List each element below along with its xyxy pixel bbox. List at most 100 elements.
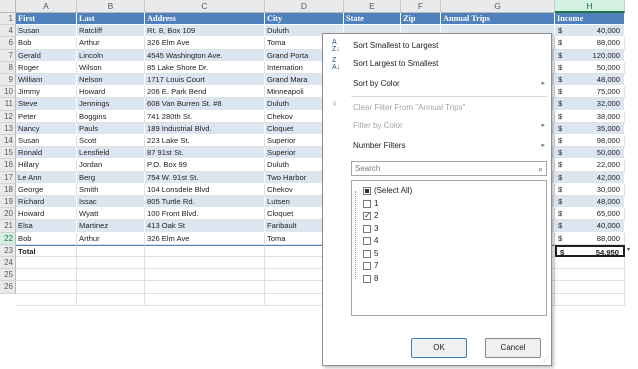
last-cell[interactable]: Scott [77, 135, 145, 148]
last-cell[interactable]: Lincoln [77, 49, 145, 62]
row-header[interactable]: 25 [0, 269, 16, 282]
number-filters-item[interactable]: Number Filters ▸ [323, 138, 551, 154]
total-cell[interactable] [145, 244, 265, 257]
filter-value-checkbox[interactable] [363, 199, 371, 208]
address-cell[interactable]: 100 Front Blvd. [145, 208, 265, 221]
empty-cell[interactable] [77, 293, 145, 306]
row-header[interactable]: 9 [0, 74, 16, 87]
row-header[interactable]: 12 [0, 110, 16, 123]
income-cell[interactable]: $88,000 [555, 37, 625, 50]
row-header[interactable]: 23 [0, 244, 16, 257]
empty-cell[interactable] [145, 293, 265, 306]
last-cell[interactable]: Jennings [77, 98, 145, 111]
row-header[interactable]: 8 [0, 61, 16, 74]
empty-cell[interactable] [555, 269, 625, 282]
address-cell[interactable]: 104 Lonsdele Blvd [145, 183, 265, 196]
address-cell[interactable]: 4545 Washington Ave. [145, 49, 265, 62]
last-cell[interactable]: Issac [77, 196, 145, 209]
last-cell[interactable]: Wilson [77, 61, 145, 74]
income-cell[interactable]: $38,000 [555, 110, 625, 123]
income-cell[interactable]: $48,000 [555, 74, 625, 87]
table-header-state[interactable]: State [344, 13, 401, 26]
empty-cell[interactable] [145, 281, 265, 294]
row-header[interactable]: 26 [0, 281, 16, 294]
address-cell[interactable]: 413 Oak St [145, 220, 265, 233]
first-cell[interactable]: Bob [16, 37, 77, 50]
row-header[interactable]: 14 [0, 135, 16, 148]
address-cell[interactable]: P.O. Box 99 [145, 159, 265, 172]
first-cell[interactable]: Richard [16, 196, 77, 209]
first-cell[interactable]: Susan [16, 135, 77, 148]
empty-cell[interactable] [77, 281, 145, 294]
empty-cell[interactable] [16, 257, 77, 270]
income-cell[interactable]: $88,000 [555, 232, 625, 245]
last-cell[interactable]: Lensfield [77, 147, 145, 160]
last-cell[interactable]: Arthur [77, 232, 145, 245]
first-cell[interactable]: Hillary [16, 159, 77, 172]
total-income-cell[interactable]: $54,950 [555, 244, 625, 257]
address-cell[interactable]: 741 280th St. [145, 110, 265, 123]
empty-cell[interactable] [16, 269, 77, 282]
total-row-dropdown-icon[interactable]: ▾ [627, 246, 630, 253]
first-cell[interactable]: Susan [16, 25, 77, 38]
last-cell[interactable]: Pauls [77, 122, 145, 135]
filter-by-color-item[interactable]: Filter by Color ▸ [323, 118, 551, 134]
address-cell[interactable]: 189 Industrial Blvd. [145, 122, 265, 135]
income-cell[interactable]: $50,000 [555, 61, 625, 74]
last-cell[interactable]: Martinez [77, 220, 145, 233]
table-header-zip[interactable]: Zip [401, 13, 441, 26]
filter-value-checkbox[interactable] [363, 224, 371, 233]
table-header-first[interactable]: First [16, 13, 77, 26]
first-cell[interactable]: Le Ann [16, 171, 77, 184]
empty-cell[interactable] [145, 257, 265, 270]
clear-filter-item[interactable]: ⊽ Clear Filter From "Annual Trips" [323, 100, 551, 116]
income-cell[interactable]: $98,000 [555, 135, 625, 148]
row-header[interactable]: 4 [0, 25, 16, 38]
column-header-h[interactable]: H [555, 0, 625, 13]
first-cell[interactable]: Bob [16, 232, 77, 245]
income-cell[interactable]: $40,000 [555, 220, 625, 233]
table-header-income[interactable]: Income [555, 13, 625, 26]
address-cell[interactable]: 223 Lake St. [145, 135, 265, 148]
income-cell[interactable]: $120,000 [555, 49, 625, 62]
empty-cell[interactable] [145, 269, 265, 282]
empty-cell[interactable] [555, 293, 625, 306]
search-input[interactable]: Search ⌕ [351, 161, 547, 176]
address-cell[interactable]: 805 Turtle Rd. [145, 196, 265, 209]
income-cell[interactable]: $35,000 [555, 122, 625, 135]
column-header-e[interactable]: E [344, 0, 401, 13]
last-cell[interactable]: Howard [77, 86, 145, 99]
income-cell[interactable]: $50,000 [555, 147, 625, 160]
last-cell[interactable]: Jordan [77, 159, 145, 172]
first-cell[interactable]: George [16, 183, 77, 196]
select-all-corner[interactable] [0, 0, 16, 13]
address-cell[interactable]: 1717 Louis Court [145, 74, 265, 87]
address-cell[interactable]: 754 W. 91st St. [145, 171, 265, 184]
filter-value-checkbox[interactable] [363, 237, 371, 245]
table-header-city[interactable]: City [265, 13, 344, 26]
filter-value-checkbox[interactable] [363, 187, 371, 195]
empty-cell[interactable] [77, 269, 145, 282]
first-cell[interactable]: Gerald [16, 49, 77, 62]
address-cell[interactable]: 326 Elm Ave [145, 37, 265, 50]
row-header[interactable]: 16 [0, 159, 16, 172]
empty-cell[interactable] [16, 281, 77, 294]
address-cell[interactable]: Rt. 8, Box 109 [145, 25, 265, 38]
last-cell[interactable]: Ratcliff [77, 25, 145, 38]
last-cell[interactable]: Nelson [77, 74, 145, 87]
empty-cell[interactable] [77, 257, 145, 270]
row-header[interactable]: 19 [0, 196, 16, 209]
filter-value-checkbox[interactable] [363, 210, 371, 222]
ok-button[interactable]: OK [411, 338, 467, 358]
row-header[interactable]: 10 [0, 86, 16, 99]
last-cell[interactable]: Wyatt [77, 208, 145, 221]
table-header-last[interactable]: Last [77, 13, 145, 26]
row-header[interactable]: 24 [0, 257, 16, 270]
column-header-c[interactable]: C [145, 0, 265, 13]
column-header-d[interactable]: D [265, 0, 344, 13]
row-header[interactable]: 22 [0, 232, 16, 245]
last-cell[interactable]: Berg [77, 171, 145, 184]
last-cell[interactable]: Arthur [77, 37, 145, 50]
row-header[interactable]: 17 [0, 171, 16, 184]
first-cell[interactable]: Jimmy [16, 86, 77, 99]
